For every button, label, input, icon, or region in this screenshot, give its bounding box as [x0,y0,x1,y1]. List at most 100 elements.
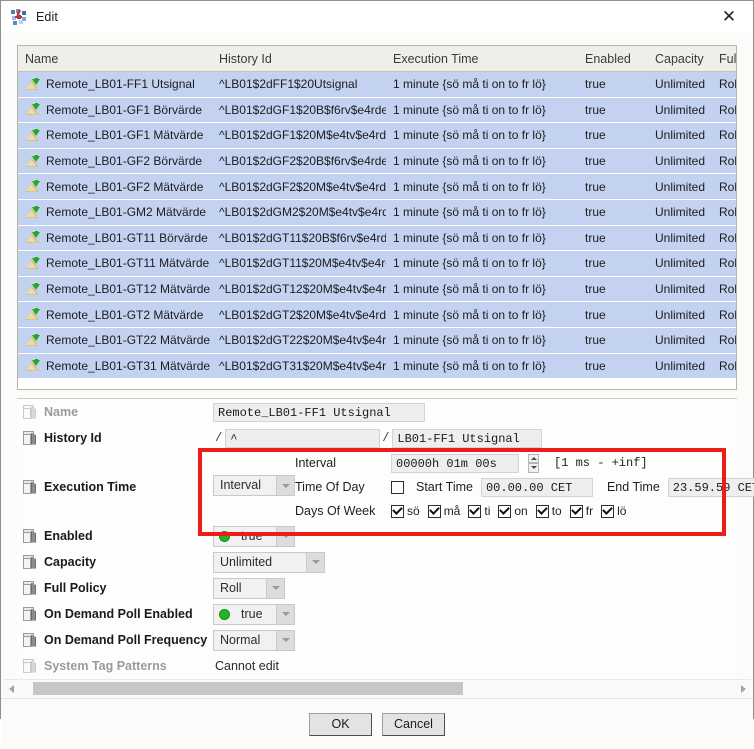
ok-button[interactable]: OK [309,712,372,736]
table-row[interactable]: Remote_LB01-GM2 Mätvärde ^LB01$2dGM2$20M$… [18,199,736,226]
column-header-history-id[interactable]: History Id [212,46,386,72]
cell-enabled: true [578,353,648,380]
cell-history-id: ^LB01$2dGT22$20M$e4tv$e4rde [212,327,386,354]
cell-enabled: true [578,301,648,328]
day-checkbox-sö[interactable] [391,504,404,518]
form-row-name: Name Remote_LB01-FF1 Utsignal [17,399,737,425]
day-checkbox-on[interactable] [498,504,512,518]
cell-history-id: ^LB01$2dGT11$20B$f6rv$e4rde [212,225,386,252]
capacity-select[interactable]: Unlimited [213,551,325,573]
table-row[interactable]: Remote_LB01-GT11 Mätvärde ^LB01$2dGT11$20… [18,250,736,277]
day-checkbox-fr[interactable] [569,504,583,518]
table-row[interactable]: Remote_LB01-GT11 Börvärde ^LB01$2dGT11$20… [18,225,736,252]
chevron-down-icon[interactable] [276,630,294,650]
end-time-input[interactable]: 23.59.59 CET [667,477,754,497]
form-row-on-demand-poll-enabled: On Demand Poll Enabled true [17,601,737,627]
table-row[interactable]: Remote_LB01-GF1 Börvärde ^LB01$2dGF1$20B$… [18,97,736,124]
scroll-left-arrow-icon[interactable] [3,685,19,693]
horizontal-scrollbar[interactable] [3,679,751,698]
form-row-history-id: History Id / ^ / LB01-FF1 Utsignal [17,425,737,451]
tag-history-extension-icon [25,205,40,219]
cell-name-text: Remote_LB01-GF2 Börvärde [46,154,203,169]
column-header-full-policy[interactable]: Full Polic [712,46,736,72]
tag-history-extension-icon [25,128,40,142]
column-header-enabled[interactable]: Enabled [578,46,648,72]
cell-history-id: ^LB01$2dGT31$20M$e4tv$e4rde [212,353,386,380]
chevron-down-icon[interactable] [276,476,294,495]
table-row[interactable]: Remote_LB01-GT12 Mätvärde ^LB01$2dGT12$20… [18,276,736,303]
on-demand-poll-frequency-select[interactable]: Normal [213,629,295,651]
cell-execution-time: 1 minute {sö må ti on to fr lö} [386,97,578,124]
cell-execution-time: 1 minute {sö må ti on to fr lö} [386,327,578,354]
label-history-id: History Id [17,425,213,451]
table-row[interactable]: Remote_LB01-GT22 Mätvärde ^LB01$2dGT22$20… [18,327,736,354]
start-time-input[interactable]: 00.00.00 CET [480,477,593,497]
history-id-part1-input[interactable]: ^ [225,428,381,448]
cell-full-policy: Roll [712,327,736,354]
cell-execution-time: 1 minute {sö må ti on to fr lö} [386,250,578,277]
table-row[interactable]: Remote_LB01-GT2 Mätvärde ^LB01$2dGT2$20M$… [18,301,736,328]
chevron-down-icon[interactable] [266,578,284,598]
interval-input[interactable]: 00000h 01m 00s [391,453,519,473]
day-checkbox-ti[interactable] [468,504,482,518]
on-demand-poll-enabled-select[interactable]: true [213,603,295,625]
scrollbar-thumb[interactable] [33,682,463,695]
cell-capacity: Unlimited [648,276,712,303]
execution-mode-select[interactable]: Interval [213,475,295,496]
tag-history-extension-icon [25,256,40,270]
value-enabled: true [213,523,737,549]
cell-execution-time: 1 minute {sö må ti on to fr lö} [386,122,578,149]
cell-history-id: ^LB01$2dGT12$20M$e4tv$e4rde [212,276,386,303]
cell-name: Remote_LB01-GF2 Börvärde [18,148,212,175]
label-execution-time: Execution Time [17,451,213,523]
interval-spinner[interactable] [528,453,539,473]
cell-name-text: Remote_LB01-GT22 Mätvärde [46,333,211,348]
cell-enabled: true [578,199,648,226]
form-row-execution-time: Execution Time Interval Interval 00000h … [17,451,754,523]
chevron-down-icon[interactable] [276,604,294,624]
scroll-right-arrow-icon[interactable] [735,685,751,693]
property-cube-icon [23,479,37,495]
day-checkbox-lö[interactable] [601,504,615,518]
cell-name-text: Remote_LB01-GT2 Mätvärde [46,307,204,322]
cell-name: Remote_LB01-GF1 Mätvärde [18,122,212,149]
cell-enabled: true [578,173,648,200]
label-on-demand-poll-frequency: On Demand Poll Frequency [17,627,213,653]
execution-mode-wrap: Interval [213,451,295,496]
cell-history-id: ^LB01$2dGF2$20B$f6rv$e4rde [212,148,386,175]
name-input[interactable]: Remote_LB01-FF1 Utsignal [213,402,425,422]
table-row[interactable]: Remote_LB01-GF1 Mätvärde ^LB01$2dGF1$20M$… [18,122,736,149]
time-of-day-checkbox[interactable] [391,480,404,494]
column-header-name[interactable]: Name [18,46,212,72]
tag-history-extension-icon [25,282,40,296]
cell-name: Remote_LB01-GF2 Mätvärde [18,173,212,200]
day-label: on [514,504,528,518]
column-header-capacity[interactable]: Capacity [648,46,712,72]
cell-capacity: Unlimited [648,173,712,200]
history-id-part2-input[interactable]: LB01-FF1 Utsignal [392,428,543,448]
table-row[interactable]: Remote_LB01-GF2 Börvärde ^LB01$2dGF2$20B$… [18,148,736,175]
cell-name: Remote_LB01-GT2 Mätvärde [18,301,212,328]
day-checkbox-to[interactable] [535,504,549,518]
tag-history-extension-icon [25,77,40,91]
history-prefix-slash: / [215,431,223,445]
scrollbar-track[interactable] [19,682,735,696]
close-icon[interactable]: ✕ [709,2,749,32]
table-row[interactable]: Remote_LB01-GT31 Mätvärde ^LB01$2dGT31$20… [18,353,736,380]
day-checkbox-må[interactable] [427,504,441,518]
cell-full-policy: Roll [712,225,736,252]
days-of-week-group: sö må ti on to fr lö [391,504,630,518]
system-tag-patterns-readonly-text: Cannot edit [215,659,279,673]
full-policy-select[interactable]: Roll [213,577,285,599]
cell-name-text: Remote_LB01-GF1 Börvärde [46,102,203,117]
value-name: Remote_LB01-FF1 Utsignal [213,399,737,425]
column-header-execution-time[interactable]: Execution Time [386,46,578,72]
table-row[interactable]: Remote_LB01-FF1 Utsignal ^LB01$2dFF1$20Ut… [18,71,736,98]
tag-history-extension-icon [25,154,40,168]
cancel-button[interactable]: Cancel [382,712,445,736]
chevron-down-icon[interactable] [306,552,324,572]
chevron-down-icon[interactable] [276,526,294,546]
enabled-select[interactable]: true [213,525,295,547]
history-extensions-table[interactable]: Name History Id Execution Time Enabled C… [17,45,737,390]
table-row[interactable]: Remote_LB01-GF2 Mätvärde ^LB01$2dGF2$20M$… [18,173,736,200]
